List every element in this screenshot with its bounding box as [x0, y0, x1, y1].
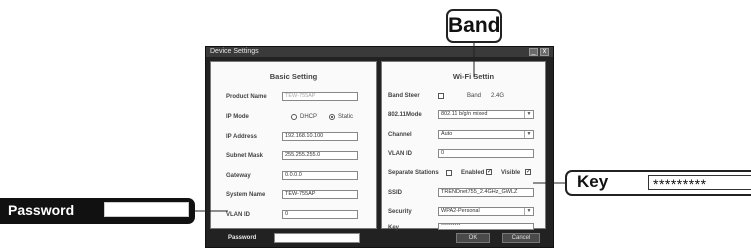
password-callout-box [104, 202, 189, 217]
band-callout: Band [446, 9, 502, 43]
key-callout-label: Key [577, 172, 609, 191]
password-callout-label: Password [8, 202, 75, 218]
key-callout-value: ********* [648, 175, 751, 192]
